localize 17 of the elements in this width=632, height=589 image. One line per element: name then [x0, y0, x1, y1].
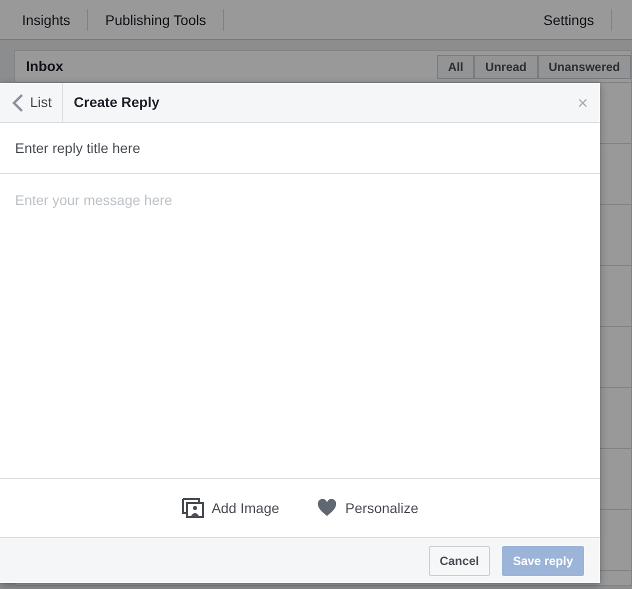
tool-button[interactable]: Add Image — [182, 498, 280, 518]
inbox-title: Inbox — [26, 57, 64, 76]
nav-link[interactable]: Publishing Tools — [88, 8, 224, 30]
filter-button[interactable]: Unanswered — [538, 54, 631, 78]
image-icon — [182, 498, 204, 518]
filter-button[interactable]: Unread — [474, 54, 538, 78]
heart-icon — [317, 499, 338, 517]
chevron-left-icon — [12, 92, 24, 112]
tool-button[interactable]: Personalize — [317, 498, 418, 518]
cancel-button[interactable]: Cancel — [428, 546, 490, 576]
reply-title-field[interactable]: Enter reply title here — [0, 123, 600, 174]
dialog-title: Create Reply — [72, 93, 160, 112]
nav-link[interactable]: Settings — [526, 8, 612, 30]
nav-link[interactable]: Insights — [5, 8, 88, 30]
back-link[interactable]: List — [0, 83, 63, 122]
filter-button[interactable]: All — [436, 54, 474, 78]
message-field[interactable]: Enter your message here — [0, 174, 600, 478]
